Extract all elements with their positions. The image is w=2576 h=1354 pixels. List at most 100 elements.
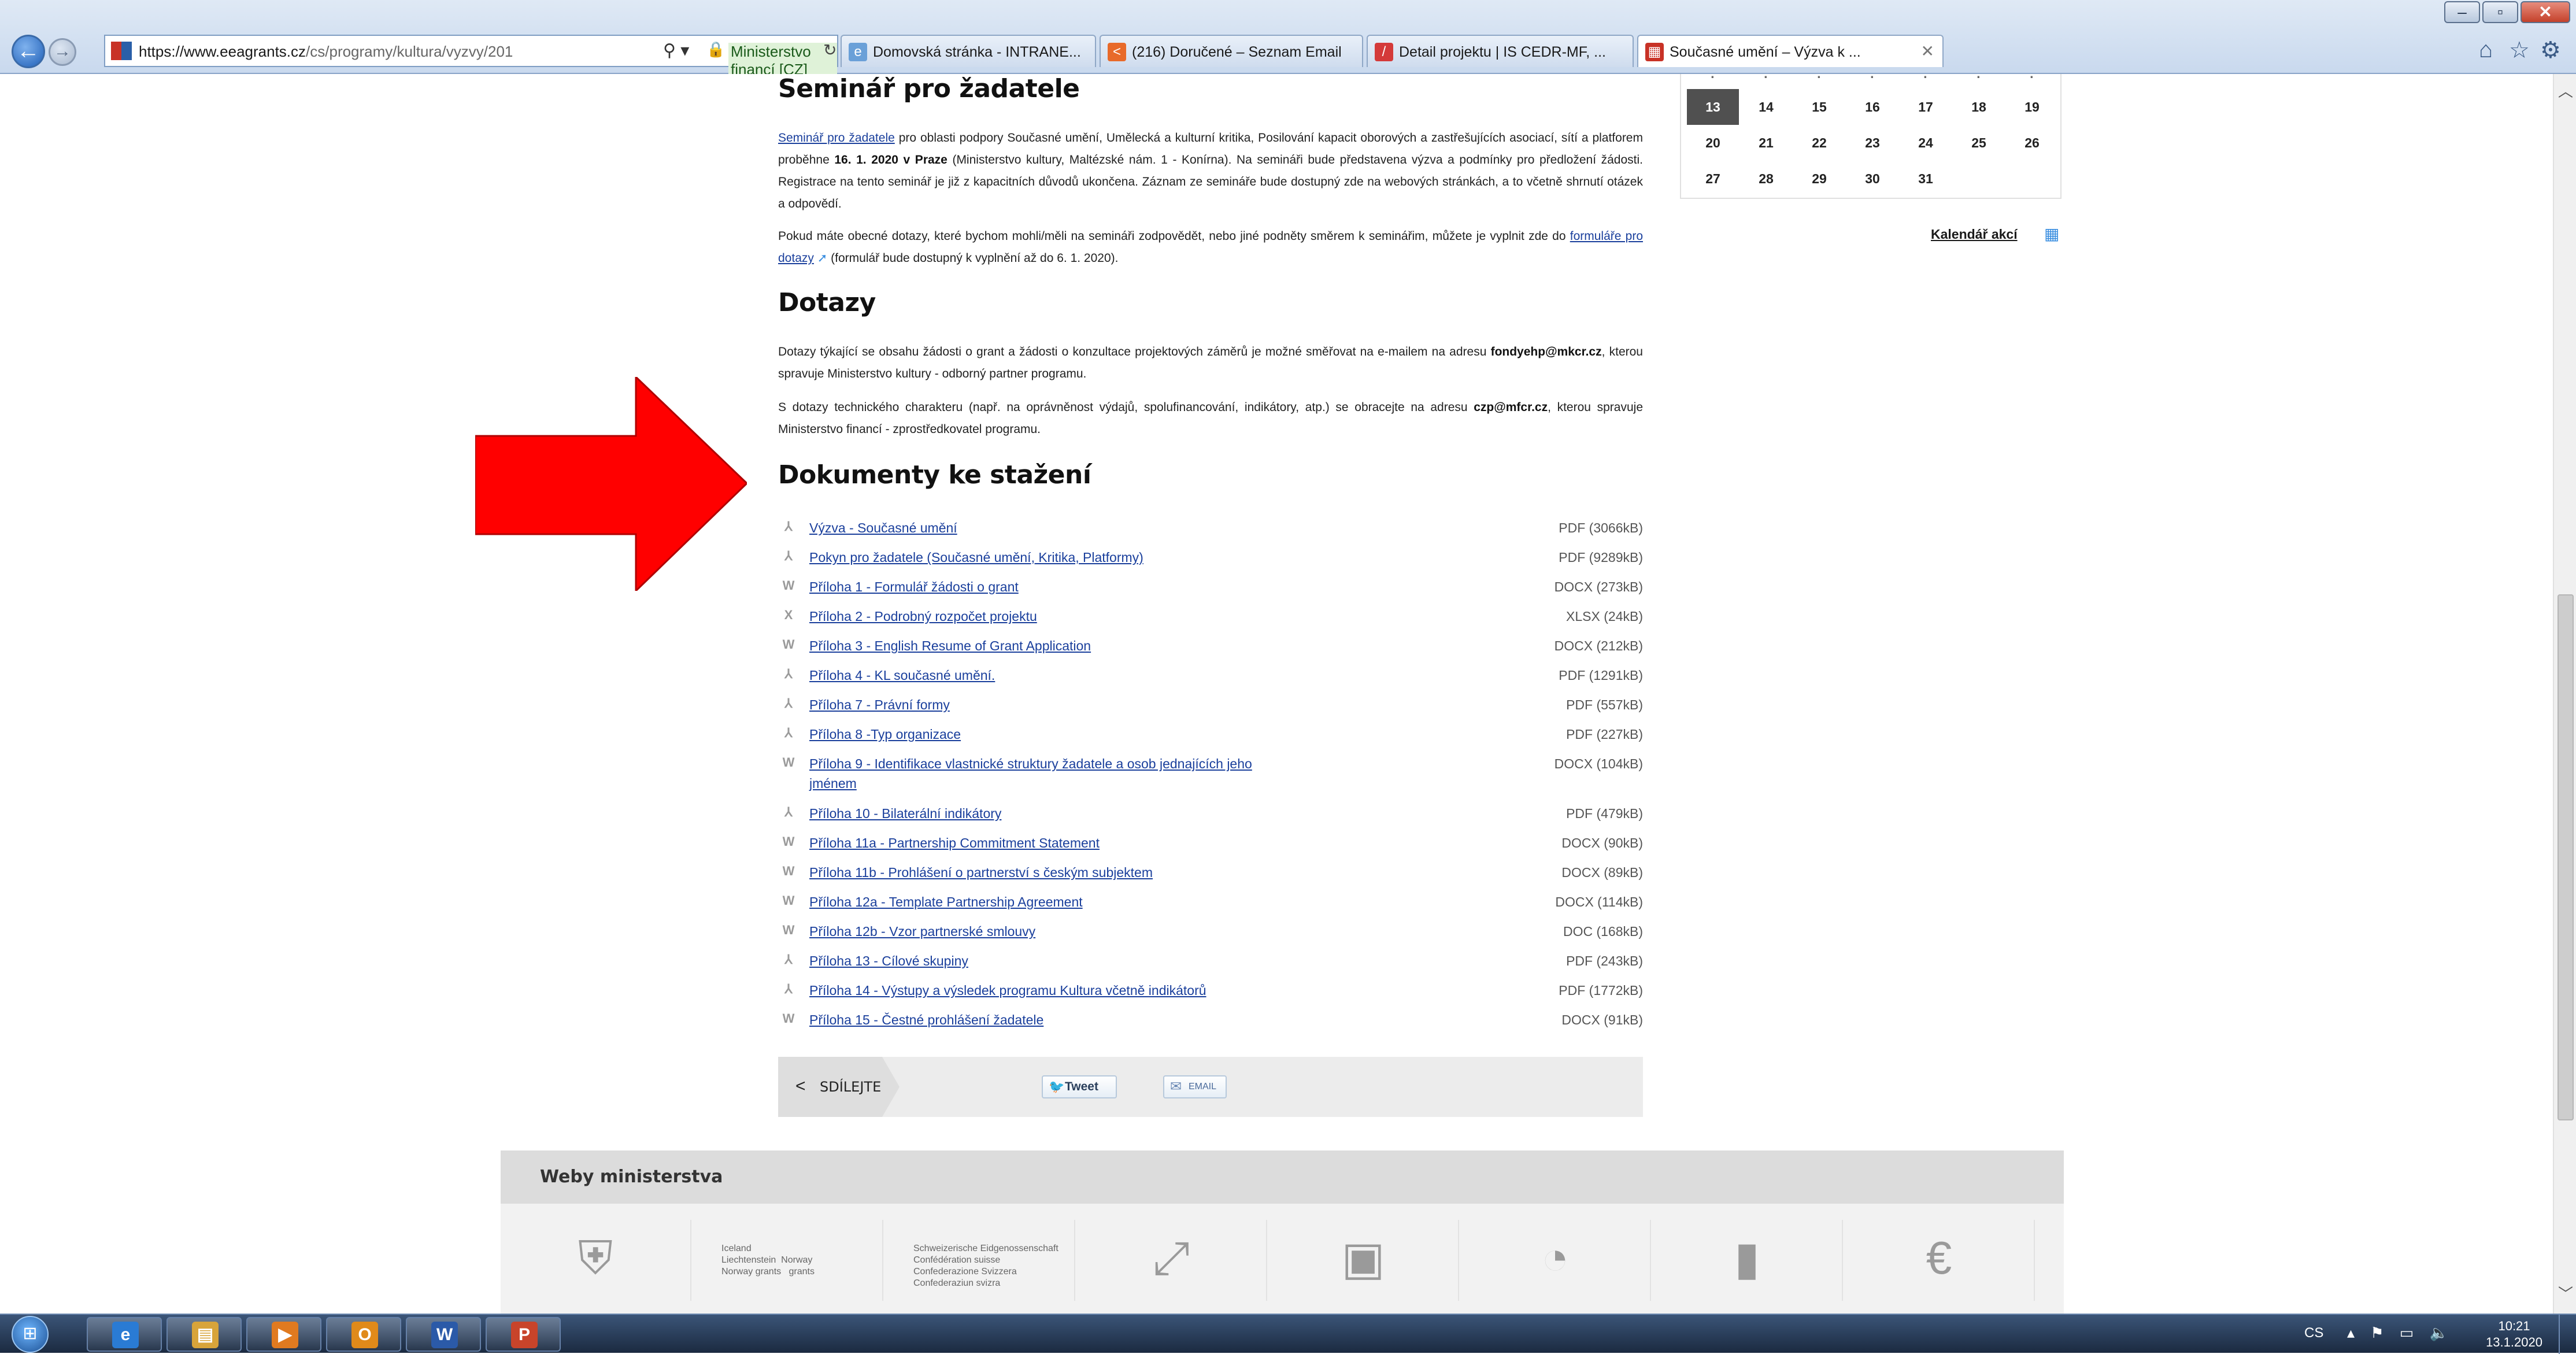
document-link[interactable]: Příloha 4 - KL současné umění. (809, 668, 995, 683)
document-link[interactable]: Výzva - Současné umění (809, 520, 957, 536)
document-link[interactable]: Pokyn pro žadatele (Současné umění, Krit… (809, 550, 1143, 565)
mfcr-email[interactable]: czp@mfcr.cz (1474, 401, 1548, 414)
calendar-day[interactable]: 28 (1740, 161, 1792, 197)
home-icon[interactable]: ⌂ (2479, 37, 2493, 63)
browser-tab[interactable]: < (216) Doručené – Seznam Email (1100, 35, 1363, 67)
document-meta: DOCX (104kB) (1554, 756, 1643, 771)
calendar-day[interactable]: 22 (1793, 125, 1845, 161)
word-icon: W (782, 1011, 795, 1026)
word-icon[interactable]: W (406, 1317, 481, 1352)
pie-chart-icon[interactable]: ◔ (1460, 1220, 1651, 1301)
document-link[interactable]: Příloha 1 - Formulář žádosti o grant (809, 579, 1019, 595)
document-link[interactable]: Příloha 12a - Template Partnership Agree… (809, 894, 1083, 910)
minimize-button[interactable]: – (2444, 1, 2480, 23)
calendar-day[interactable]: 20 (1687, 125, 1739, 161)
mkcr-email[interactable]: fondyehp@mkcr.cz (1491, 345, 1602, 358)
euro-icon[interactable]: € (1844, 1220, 2035, 1301)
document-link[interactable]: Příloha 14 - Výstupy a výsledek programu… (809, 983, 1206, 998)
coat-of-arms-icon[interactable]: ⛨ (501, 1220, 691, 1301)
word-icon: W (782, 893, 795, 908)
show-desktop-button[interactable] (2559, 1315, 2576, 1354)
language-indicator[interactable]: CS (2304, 1325, 2323, 1341)
calendar-day[interactable]: 24 (1900, 125, 1952, 161)
calendar-day[interactable]: 13 (1687, 89, 1739, 125)
clock[interactable]: 10:21 13.1.2020 (2482, 1318, 2546, 1351)
document-meta: PDF (227kB) (1566, 727, 1643, 742)
calendar-day[interactable]: 18 (1953, 89, 2005, 125)
document-link[interactable]: Příloha 11a - Partnership Commitment Sta… (809, 835, 1100, 851)
document-row: W Příloha 12b - Vzor partnerské smlouvy DO… (778, 920, 1643, 946)
arrows-icon[interactable]: ⤢ (1076, 1220, 1267, 1301)
document-row: ⅄ Příloha 14 - Výstupy a výsledek program… (778, 979, 1643, 1005)
internet-explorer-icon[interactable]: e (87, 1317, 162, 1352)
taskbar-app-glyph: P (511, 1322, 538, 1348)
file-explorer-icon[interactable]: ▤ (166, 1317, 242, 1352)
document-link[interactable]: Příloha 13 - Cílové skupiny (809, 953, 968, 969)
calendar-day[interactable]: 19 (2006, 89, 2058, 125)
powerpoint-icon[interactable]: P (486, 1317, 561, 1352)
document-link[interactable]: Příloha 2 - Podrobný rozpočet projektu (809, 609, 1037, 624)
document-link[interactable]: Příloha 8 -Typ organizace (809, 727, 961, 742)
tab-close-icon[interactable]: ✕ (1921, 42, 1934, 61)
gear-icon[interactable]: ⚙ (2540, 37, 2561, 64)
calendar-day[interactable]: 14 (1740, 89, 1792, 125)
scroll-thumb[interactable] (2558, 594, 2574, 1120)
calendar-day[interactable]: 29 (1793, 161, 1845, 197)
certificate-label[interactable]: Ministerstvo financí [CZ] (728, 43, 837, 79)
document-link[interactable]: Příloha 11b - Prohlášení o partnerství s… (809, 865, 1153, 881)
scroll-down-icon[interactable]: ﹀ (2554, 1282, 2576, 1305)
browser-tab[interactable]: e Domovská stránka - INTRANE... (841, 35, 1096, 67)
document-link[interactable]: Příloha 3 - English Resume of Grant Appl… (809, 638, 1091, 654)
scroll-up-icon[interactable]: ︿ (2554, 80, 2576, 103)
seminar-link[interactable]: Seminář pro žadatele (778, 131, 895, 145)
document-link[interactable]: Příloha 10 - Bilaterální indikátory (809, 806, 1001, 822)
maximize-button[interactable]: ▫ (2482, 1, 2518, 23)
calendar-link[interactable]: Kalendář akcí (1931, 227, 2018, 242)
back-arrow-icon[interactable]: ← (12, 35, 45, 68)
building-icon[interactable]: ▮ (1652, 1220, 1843, 1301)
calendar-day[interactable]: 23 (1846, 125, 1898, 161)
email-share-button[interactable]: ✉ EMAIL (1163, 1075, 1227, 1098)
swiss-contribution-logo[interactable]: Schweizerische Eidgenossenschaft Confédé… (884, 1220, 1075, 1301)
calendar-day[interactable]: 27 (1687, 161, 1739, 197)
calendar-day[interactable]: 16 (1846, 89, 1898, 125)
calendar-day[interactable]: 25 (1953, 125, 2005, 161)
calendar-day[interactable]: 17 (1900, 89, 1952, 125)
document-link[interactable]: Příloha 7 - Právní formy (809, 697, 950, 713)
document-link[interactable]: Příloha 15 - Čestné prohlášení žadatele (809, 1012, 1043, 1028)
close-button[interactable]: ✕ (2521, 1, 2570, 23)
taskbar-app-glyph: O (351, 1322, 378, 1348)
browser-tab[interactable]: ▦ Současné umění – Výzva k ... ✕ (1637, 35, 1944, 67)
start-button[interactable]: ⊞ (12, 1316, 49, 1353)
ministry-websites-footer: Weby ministerstva ⛨ Iceland Liechtenstein… (501, 1150, 2064, 1314)
questions-heading: Dotazy (778, 288, 876, 317)
calendar-day[interactable]: 15 (1793, 89, 1845, 125)
system-tray-icons[interactable]: ▴ ⚑ ▭ 🔈 (2347, 1324, 2454, 1342)
calendar-day[interactable]: 31 (1900, 161, 1952, 197)
lock-icon[interactable]: 🔒 (706, 40, 725, 58)
calendar-icon[interactable]: ▦ (2044, 224, 2059, 243)
document-link-continued[interactable]: jménem (809, 776, 857, 791)
eea-norway-grants-logo[interactable]: Iceland Liechtenstein Norway Norway gran… (693, 1220, 883, 1301)
search-icon[interactable]: ⚲ ▾ (663, 40, 689, 61)
safe-icon[interactable]: ▣ (1268, 1220, 1459, 1301)
pdf-icon: ⅄ (784, 549, 793, 563)
calendar-day[interactable]: 30 (1846, 161, 1898, 197)
document-link[interactable]: Příloha 12b - Vzor partnerské smlouvy (809, 924, 1035, 939)
forward-arrow-icon[interactable]: → (49, 38, 76, 66)
refresh-icon[interactable]: ↻ (823, 40, 837, 60)
calendar-day[interactable]: 26 (2006, 125, 2058, 161)
address-url[interactable]: https://www.eeagrants.cz/cs/programy/kul… (139, 43, 513, 61)
vertical-scrollbar[interactable]: ︿ ﹀ (2553, 74, 2576, 1314)
star-icon[interactable]: ☆ (2509, 37, 2530, 64)
pdf-icon: ⅄ (784, 519, 793, 534)
calendar-day[interactable]: 21 (1740, 125, 1792, 161)
tab-favicon: < (1108, 43, 1126, 61)
outlook-icon[interactable]: O (326, 1317, 401, 1352)
document-link[interactable]: Příloha 9 - Identifikace vlastnické stru… (809, 756, 1252, 772)
share-label: SDÍLEJTE (820, 1079, 882, 1095)
browser-tab[interactable]: / Detail projektu | IS CEDR-MF, ... (1367, 35, 1634, 67)
address-bar[interactable]: https://www.eeagrants.cz/cs/programy/kul… (104, 35, 838, 79)
media-player-icon[interactable]: ▶ (246, 1317, 321, 1352)
tweet-button[interactable]: 🐦 Tweet (1042, 1075, 1117, 1098)
